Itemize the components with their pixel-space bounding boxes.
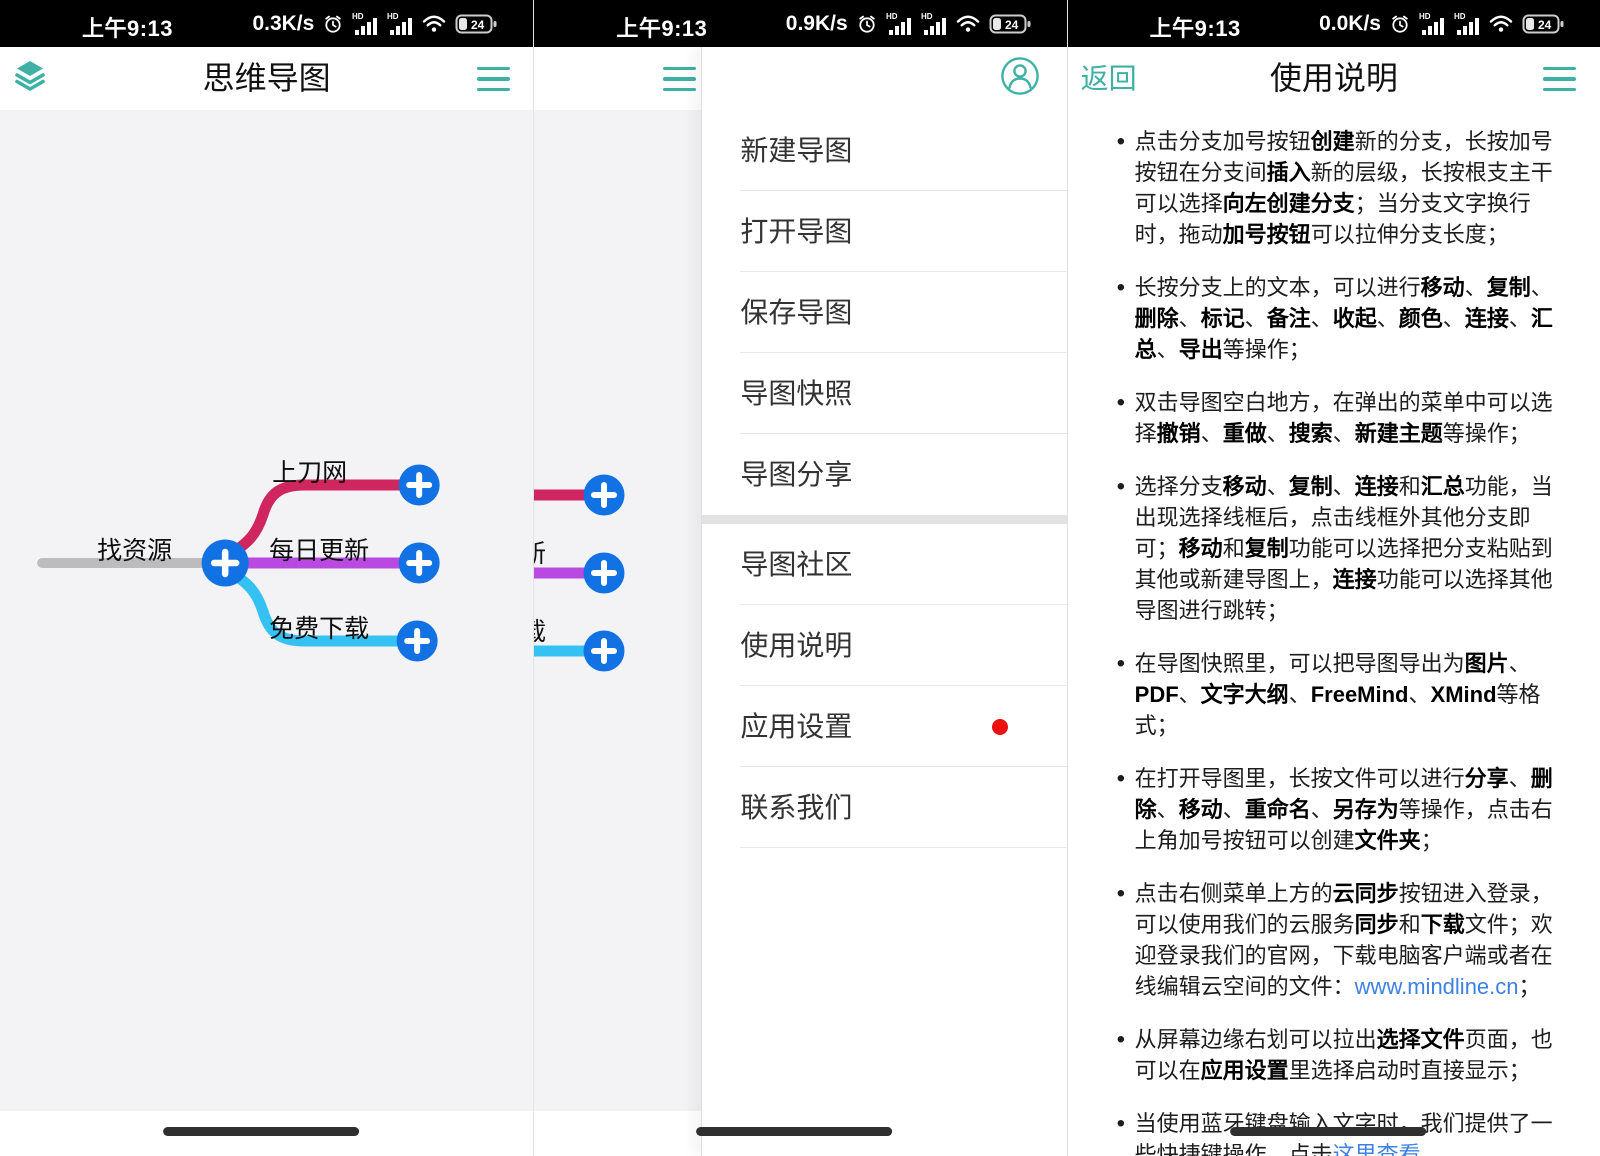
network-speed: 0.3K/s [252, 12, 314, 36]
svg-text:24: 24 [1538, 18, 1552, 32]
branch-plus-button[interactable] [399, 465, 440, 506]
menu-item-help[interactable]: 使用说明 [702, 605, 1066, 686]
svg-text:HD: HD [886, 12, 898, 21]
gesture-nav-handle[interactable] [1230, 1127, 1426, 1136]
side-menu-drawer: 新建导图 打开导图 保存导图 导图快照 导图分享 导图社区 使用说明 应用设置 … [701, 47, 1066, 1156]
status-icons: 0.9K/s HD HD 24 [786, 0, 1031, 47]
menu-item-new-map[interactable]: 新建导图 [702, 110, 1066, 191]
status-time: 上午9:13 [82, 11, 173, 43]
menu-item-map-snapshot[interactable]: 导图快照 [702, 353, 1066, 434]
menu-item-map-share[interactable]: 导图分享 [702, 434, 1066, 515]
inline-link[interactable]: www.mindline.cn [1355, 974, 1519, 999]
app-bar: 返回 使用说明 [1068, 47, 1600, 110]
menu-hamburger-icon[interactable] [663, 67, 696, 91]
status-bar: 上午9:13 0.0K/s HD HD 24 [1068, 0, 1600, 47]
menu-item-open-map[interactable]: 打开导图 [702, 191, 1066, 272]
branch-plus-button[interactable] [399, 543, 440, 584]
signal-hd-icon: HD [387, 12, 413, 36]
network-speed: 0.0K/s [1319, 12, 1381, 36]
drawer-menu: 新建导图 打开导图 保存导图 导图快照 导图分享 导图社区 使用说明 应用设置 … [702, 110, 1066, 848]
help-bullet: 选择分支移动、复制、连接和汇总功能，当出现选择线框后，点击线框外其他分支即可；移… [1119, 471, 1570, 626]
branch-plus-button[interactable] [584, 631, 625, 672]
notification-dot [992, 719, 1008, 735]
branch-label-clipped: 载 [534, 618, 546, 646]
branch-plus-button[interactable] [397, 621, 438, 662]
branch-label[interactable]: 免费下载 [269, 615, 369, 643]
help-bullet: 在打开导图里，长按文件可以进行分享、删除、移动、重命名、另存为等操作，点击右上角… [1119, 763, 1570, 856]
menu-hamburger-icon[interactable] [477, 67, 510, 91]
help-bullet: 从屏幕边缘右划可以拉出选择文件页面，也可以在应用设置里选择启动时直接显示； [1119, 1024, 1570, 1086]
root-node-label[interactable]: 找资源 [97, 537, 172, 565]
menu-hamburger-icon[interactable] [1543, 67, 1576, 91]
signal-hd-icon: HD [1419, 12, 1445, 36]
network-speed: 0.9K/s [786, 12, 848, 36]
branch-plus-button[interactable] [584, 553, 625, 594]
alarm-clock-icon [857, 14, 877, 34]
panel-menu-drawer: 上午9:13 0.9K/s HD HD 24 新 载 [533, 0, 1066, 1156]
triple-screenshot: 上午9:13 0.3K/s HD HD 24 思维导图 [0, 0, 1600, 1156]
wifi-icon [956, 14, 980, 33]
branch-label[interactable]: 每日更新 [269, 537, 369, 565]
svg-text:HD: HD [1454, 12, 1466, 21]
svg-text:24: 24 [471, 18, 485, 32]
inline-link[interactable]: 这里查看 [1333, 1142, 1421, 1156]
help-bullet: 在导图快照里，可以把导图导出为图片、PDF、文字大纲、FreeMind、XMin… [1119, 648, 1570, 741]
status-bar: 上午9:13 0.3K/s HD HD 24 [0, 0, 533, 47]
svg-text:HD: HD [921, 12, 933, 21]
branch-label-clipped: 新 [534, 540, 546, 568]
battery-icon: 24 [989, 13, 1031, 35]
help-bullet: 双击导图空白地方，在弹出的菜单中可以选择撤销、重做、搜索、新建主题等操作； [1119, 387, 1570, 449]
gesture-nav-handle[interactable] [697, 1127, 893, 1136]
branch-plus-button[interactable] [584, 475, 625, 516]
app-bar: 思维导图 [0, 47, 533, 110]
page-title: 思维导图 [0, 47, 533, 110]
battery-icon: 24 [1522, 13, 1564, 35]
panel-mindmap: 上午9:13 0.3K/s HD HD 24 思维导图 [0, 0, 533, 1156]
menu-item-settings[interactable]: 应用设置 [702, 686, 1066, 767]
svg-text:HD: HD [1419, 12, 1431, 21]
svg-text:HD: HD [352, 12, 364, 21]
wifi-icon [1489, 14, 1513, 33]
gesture-nav-handle[interactable] [163, 1127, 359, 1136]
svg-text:24: 24 [1005, 18, 1019, 32]
status-icons: 0.3K/s HD HD 24 [252, 0, 497, 47]
mindmap-canvas[interactable]: 找资源 上刀网 每日更新 免费下载 [0, 110, 533, 1111]
signal-hd-icon: HD [921, 12, 947, 36]
panel-help: 上午9:13 0.0K/s HD HD 24 返回 使用说明 点击分支加号按钮创… [1067, 0, 1600, 1156]
alarm-clock-icon [323, 14, 343, 34]
help-bullet: 点击分支加号按钮创建新的分支，长按加号按钮在分支间插入新的层级，长按根支主干可以… [1119, 126, 1570, 250]
menu-item-save-map[interactable]: 保存导图 [702, 272, 1066, 353]
signal-hd-icon: HD [352, 12, 378, 36]
svg-text:HD: HD [387, 12, 399, 21]
page-title: 使用说明 [1068, 47, 1600, 110]
alarm-clock-icon [1390, 14, 1410, 34]
root-plus-button[interactable] [202, 540, 249, 587]
help-content: 点击分支加号按钮创建新的分支，长按加号按钮在分支间插入新的层级，长按根支主干可以… [1068, 110, 1600, 1156]
signal-hd-icon: HD [1454, 12, 1480, 36]
branch-label[interactable]: 上刀网 [272, 459, 347, 487]
battery-icon: 24 [455, 13, 497, 35]
mindmap-canvas-partial[interactable]: 新 载 [534, 110, 701, 1111]
menu-group-separator [702, 515, 1066, 524]
help-bullet: 长按分支上的文本，可以进行移动、复制、删除、标记、备注、收起、颜色、连接、汇总、… [1119, 272, 1570, 365]
menu-item-contact-us[interactable]: 联系我们 [702, 767, 1066, 848]
help-bullet: 点击右侧菜单上方的云同步按钮进入登录，可以使用我们的云服务同步和下载文件；欢迎登… [1119, 878, 1570, 1002]
status-time: 上午9:13 [616, 11, 707, 43]
status-time: 上午9:13 [1150, 11, 1241, 43]
status-icons: 0.0K/s HD HD 24 [1319, 0, 1564, 47]
signal-hd-icon: HD [886, 12, 912, 36]
wifi-icon [422, 14, 446, 33]
status-bar: 上午9:13 0.9K/s HD HD 24 [534, 0, 1066, 47]
menu-item-map-community[interactable]: 导图社区 [702, 524, 1066, 605]
account-icon[interactable] [1000, 56, 1040, 96]
